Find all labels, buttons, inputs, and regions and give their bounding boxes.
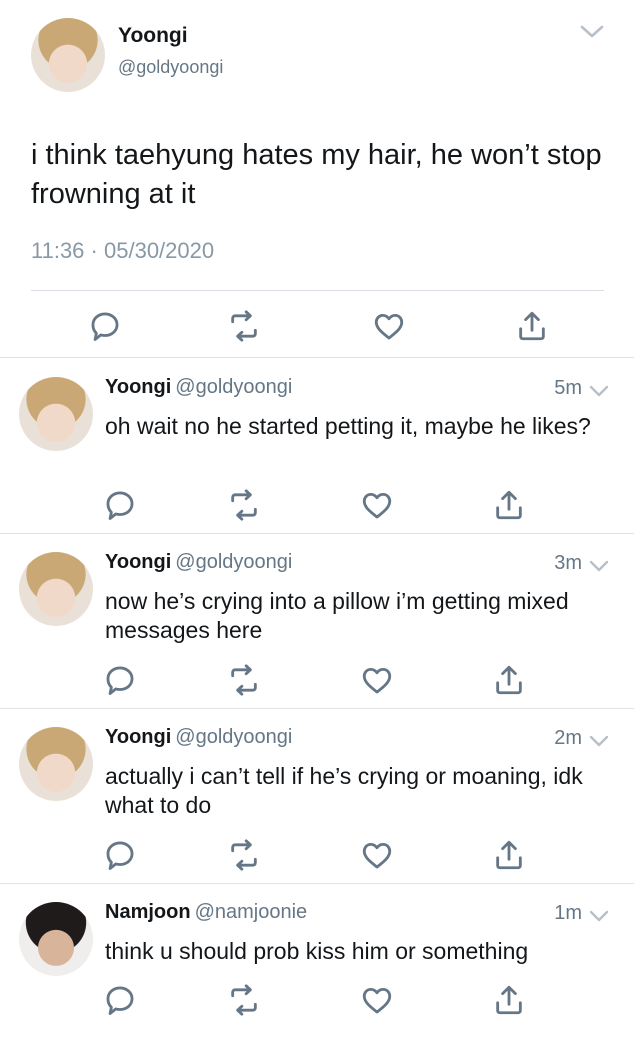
avatar[interactable] [19, 552, 93, 626]
reply-icon[interactable] [103, 983, 137, 1017]
tweet-time: 11:36 [31, 238, 85, 263]
author-name[interactable]: Yoongi [105, 726, 171, 748]
tweet-actions [0, 485, 634, 525]
tweet-text: i think taehyung hates my hair, he won’t… [31, 139, 602, 210]
reply-text: oh wait no he started petting it, maybe … [105, 413, 591, 439]
tweet-actions [0, 305, 634, 345]
reply-tweet[interactable]: Yoongi @goldyoongi 5m oh wait no he start… [0, 358, 634, 533]
reply-icon[interactable] [88, 309, 122, 343]
reply-time: 2m [554, 727, 582, 749]
like-icon[interactable] [372, 309, 406, 343]
author-handle[interactable]: @goldyoongi [175, 551, 292, 573]
share-icon[interactable] [492, 983, 526, 1017]
reply-header: Yoongi @goldyoongi [105, 551, 292, 574]
share-icon[interactable] [515, 309, 549, 343]
reply-icon[interactable] [103, 663, 137, 697]
chevron-down-icon[interactable] [588, 558, 610, 574]
share-icon[interactable] [492, 488, 526, 522]
author-handle[interactable]: @goldyoongi [175, 376, 292, 398]
author-handle[interactable]: @namjoonie [195, 901, 308, 923]
chevron-down-icon[interactable] [588, 733, 610, 749]
author-handle[interactable]: @goldyoongi [118, 57, 223, 78]
tweet-actions [0, 835, 634, 875]
chevron-down-icon[interactable] [588, 383, 610, 399]
divider [31, 290, 604, 291]
tweet-date: 05/30/2020 [104, 238, 215, 263]
retweet-icon[interactable] [227, 663, 261, 697]
reply-time: 5m [554, 377, 582, 399]
reply-text: think u should prob kiss him or somethin… [105, 938, 529, 964]
author-name[interactable]: Yoongi [105, 551, 171, 573]
reply-time: 1m [554, 902, 582, 924]
reply-header: Yoongi @goldyoongi [105, 376, 292, 399]
retweet-icon[interactable] [227, 309, 261, 343]
like-icon[interactable] [360, 663, 394, 697]
reply-tweet[interactable]: Yoongi @goldyoongi 3m now he’s crying int… [0, 533, 634, 708]
reply-header: Yoongi @goldyoongi [105, 726, 292, 749]
reply-header: Namjoon @namjoonie [105, 901, 307, 924]
reply-text: now he’s crying into a pillow i’m gettin… [105, 588, 569, 643]
chevron-down-icon[interactable] [588, 908, 610, 924]
retweet-icon[interactable] [227, 983, 261, 1017]
author-name[interactable]: Yoongi [105, 376, 171, 398]
avatar[interactable] [19, 727, 93, 801]
tweet-actions [0, 660, 634, 700]
reply-icon[interactable] [103, 838, 137, 872]
reply-time: 3m [554, 552, 582, 574]
author-handle[interactable]: @goldyoongi [175, 726, 292, 748]
retweet-icon[interactable] [227, 838, 261, 872]
like-icon[interactable] [360, 983, 394, 1017]
author-name[interactable]: Namjoon [105, 901, 191, 923]
retweet-icon[interactable] [227, 488, 261, 522]
tweet-actions [0, 983, 634, 1023]
reply-tweet[interactable]: Namjoon @namjoonie 1m think u should prob… [0, 883, 634, 1058]
reply-tweet[interactable]: Yoongi @goldyoongi 2m actually i can’t te… [0, 708, 634, 883]
main-tweet: Yoongi @goldyoongi i think taehyung hate… [0, 0, 634, 357]
avatar[interactable] [31, 18, 105, 92]
date-separator: · [90, 238, 98, 263]
share-icon[interactable] [492, 663, 526, 697]
chevron-down-icon[interactable] [579, 23, 605, 41]
share-icon[interactable] [492, 838, 526, 872]
tweet-thread: Yoongi @goldyoongi i think taehyung hate… [0, 0, 634, 1024]
reply-text: actually i can’t tell if he’s crying or … [105, 763, 583, 818]
tweet-timestamp: 11:36 · 05/30/2020 [31, 238, 214, 264]
reply-icon[interactable] [103, 488, 137, 522]
like-icon[interactable] [360, 488, 394, 522]
avatar[interactable] [19, 902, 93, 976]
avatar[interactable] [19, 377, 93, 451]
like-icon[interactable] [360, 838, 394, 872]
author-name[interactable]: Yoongi [118, 24, 188, 48]
